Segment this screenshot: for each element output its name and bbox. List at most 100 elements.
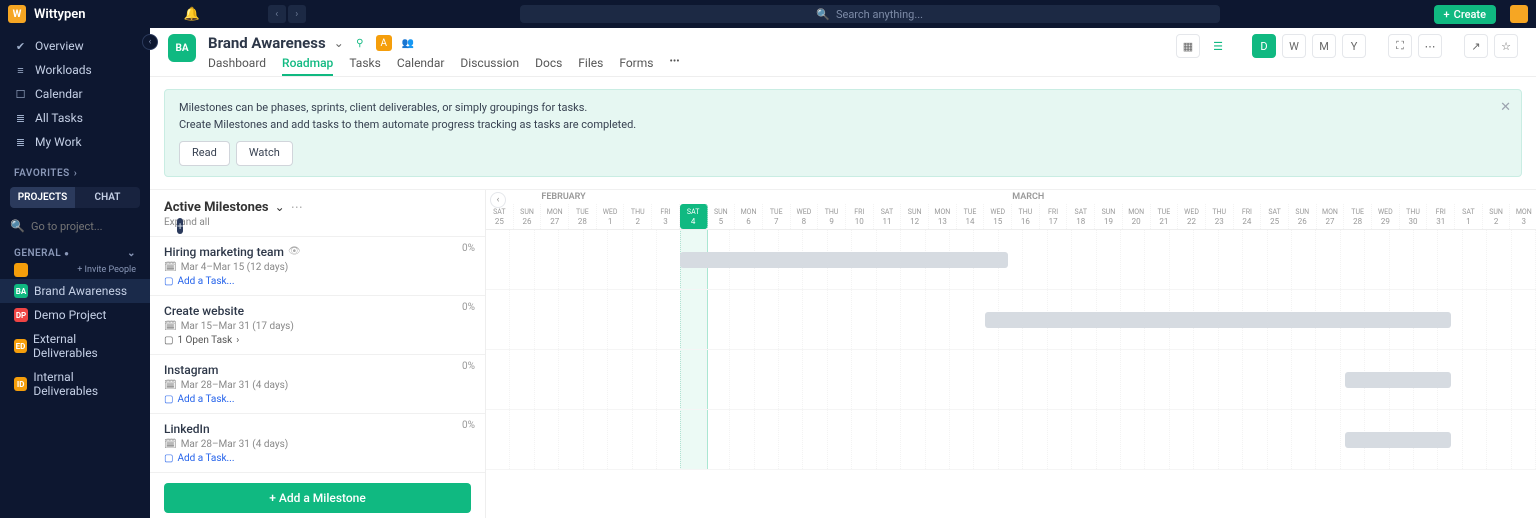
sidebar-item-all-tasks[interactable]: ≣All Tasks (0, 106, 150, 130)
star-icon[interactable]: ☆ (1494, 34, 1518, 58)
day-column[interactable]: FRI24 (1234, 204, 1262, 229)
sidebar-item-overview[interactable]: ✔Overview (0, 34, 150, 58)
project-item-brand-awareness[interactable]: BABrand Awareness (0, 279, 150, 303)
day-column[interactable]: SUN19 (1095, 204, 1123, 229)
range-week[interactable]: W (1282, 34, 1306, 58)
day-column[interactable]: SAT1 (1455, 204, 1483, 229)
tab-chat[interactable]: CHAT (75, 187, 140, 208)
gantt-bar[interactable] (1345, 432, 1452, 448)
general-header[interactable]: GENERAL ● ⌄ (0, 240, 150, 263)
tab-files[interactable]: Files (578, 56, 603, 76)
day-column[interactable]: THU2 (624, 204, 652, 229)
day-column[interactable]: SUN26 (1289, 204, 1317, 229)
day-column[interactable]: THU9 (818, 204, 846, 229)
pin-icon[interactable]: ⚲ (352, 35, 368, 51)
milestone-hiring-marketing-team[interactable]: 0%Hiring marketing team 👁🗓Mar 4–Mar 15 (… (150, 237, 485, 296)
day-column[interactable]: TUE14 (957, 204, 985, 229)
global-search[interactable]: 🔍 Search anything... (520, 5, 1220, 23)
timeline[interactable]: ‹ FEBRUARYMARCH SAT25SUN26MON27TUE28WED1… (486, 190, 1536, 518)
goto-project-input[interactable] (31, 220, 171, 233)
invite-people-link[interactable]: + Invite People (34, 265, 136, 275)
milestone-linkedin[interactable]: 0%LinkedIn🗓Mar 28–Mar 31 (4 days)▢Add a … (150, 414, 485, 473)
sidebar-item-my-work[interactable]: ≣My Work (0, 130, 150, 154)
day-column[interactable]: TUE7 (763, 204, 791, 229)
tab-docs[interactable]: Docs (535, 56, 562, 76)
fullscreen-icon[interactable]: ⛶ (1388, 34, 1412, 58)
day-column[interactable]: FRI10 (846, 204, 874, 229)
day-column[interactable]: SAT25 (1261, 204, 1289, 229)
chevron-down-icon[interactable]: ⌄ (275, 200, 285, 214)
day-column[interactable]: TUE21 (1151, 204, 1179, 229)
brand-logo[interactable]: W (8, 5, 26, 23)
tab-calendar[interactable]: Calendar (397, 56, 445, 76)
notifications-icon[interactable]: 🔔 (184, 7, 200, 22)
more-icon[interactable]: ⋯ (1418, 34, 1442, 58)
day-column[interactable]: TUE28 (1344, 204, 1372, 229)
list-view-icon[interactable]: ☰ (1206, 34, 1230, 58)
collapse-sidebar-icon[interactable]: ‹ (142, 34, 158, 50)
tab-dashboard[interactable]: Dashboard (208, 56, 266, 76)
day-column[interactable]: SUN12 (901, 204, 929, 229)
tab-forms[interactable]: Forms (619, 56, 653, 76)
day-column[interactable]: MON3 (1510, 204, 1536, 229)
day-column[interactable]: SUN5 (708, 204, 736, 229)
workspace-icon[interactable] (14, 263, 28, 277)
project-badge-icon[interactable]: A (376, 35, 392, 51)
project-item-internal-deliverables[interactable]: IDInternal Deliverables (0, 365, 150, 403)
day-column[interactable]: WED1 (597, 204, 625, 229)
gantt-bar[interactable] (985, 312, 1452, 328)
add-project-icon[interactable]: + (177, 218, 183, 234)
day-column[interactable]: TUE28 (569, 204, 597, 229)
more-icon[interactable]: ⋯ (291, 200, 303, 214)
close-icon[interactable]: ✕ (1500, 98, 1511, 118)
banner-read-button[interactable]: Read (179, 141, 230, 166)
banner-watch-button[interactable]: Watch (236, 141, 293, 166)
tab-projects[interactable]: PROJECTS (10, 187, 75, 208)
sidebar-item-calendar[interactable]: ☐Calendar (0, 82, 150, 106)
milestone-sub-link[interactable]: ▢Add a Task... (164, 276, 471, 287)
day-column[interactable]: FRI31 (1427, 204, 1455, 229)
back-icon[interactable]: ‹ (268, 5, 286, 23)
tab-discussion[interactable]: Discussion (460, 56, 519, 76)
day-column[interactable]: MON27 (541, 204, 569, 229)
add-member-icon[interactable]: 👥 (400, 35, 416, 51)
create-button[interactable]: + Create (1434, 5, 1496, 24)
day-column[interactable]: SUN2 (1483, 204, 1511, 229)
project-item-demo-project[interactable]: DPDemo Project (0, 303, 150, 327)
day-column[interactable]: WED22 (1178, 204, 1206, 229)
milestone-instagram[interactable]: 0%Instagram🗓Mar 28–Mar 31 (4 days)▢Add a… (150, 355, 485, 414)
tab-roadmap[interactable]: Roadmap (282, 56, 333, 76)
day-column[interactable]: MON27 (1317, 204, 1345, 229)
gantt-bar[interactable] (1345, 372, 1452, 388)
range-month[interactable]: M (1312, 34, 1336, 58)
day-column[interactable]: MON6 (735, 204, 763, 229)
user-avatar[interactable] (1510, 5, 1528, 23)
gantt-bar[interactable] (680, 252, 1008, 268)
expand-all-link[interactable]: Expand all (150, 217, 485, 236)
range-year[interactable]: Y (1342, 34, 1366, 58)
milestone-sub-link[interactable]: ▢Add a Task... (164, 394, 471, 405)
favorites-header[interactable]: FAVORITES › (0, 160, 150, 183)
day-column[interactable]: SAT18 (1067, 204, 1095, 229)
day-column[interactable]: THU16 (1012, 204, 1040, 229)
day-column[interactable]: THU23 (1206, 204, 1234, 229)
sidebar-item-workloads[interactable]: ≡Workloads (0, 58, 150, 82)
day-column[interactable]: SAT4 (680, 204, 708, 229)
day-column[interactable]: MON13 (929, 204, 957, 229)
share-icon[interactable]: ↗ (1464, 34, 1488, 58)
day-column[interactable]: FRI3 (652, 204, 680, 229)
milestone-sub-link[interactable]: ▢Add a Task... (164, 453, 471, 464)
milestone-create-website[interactable]: 0%Create website🗓Mar 15–Mar 31 (17 days)… (150, 296, 485, 355)
day-column[interactable]: THU30 (1400, 204, 1428, 229)
day-column[interactable]: WED29 (1372, 204, 1400, 229)
project-item-external-deliverables[interactable]: EDExternal Deliverables (0, 327, 150, 365)
grid-view-icon[interactable]: ▦ (1176, 34, 1200, 58)
timeline-prev-icon[interactable]: ‹ (490, 192, 506, 208)
tab-tasks[interactable]: Tasks (349, 56, 381, 76)
add-milestone-button[interactable]: + Add a Milestone (164, 483, 471, 513)
day-column[interactable]: MON20 (1123, 204, 1151, 229)
day-column[interactable]: SUN26 (514, 204, 542, 229)
day-column[interactable]: WED8 (791, 204, 819, 229)
day-column[interactable]: WED15 (984, 204, 1012, 229)
forward-icon[interactable]: › (288, 5, 306, 23)
